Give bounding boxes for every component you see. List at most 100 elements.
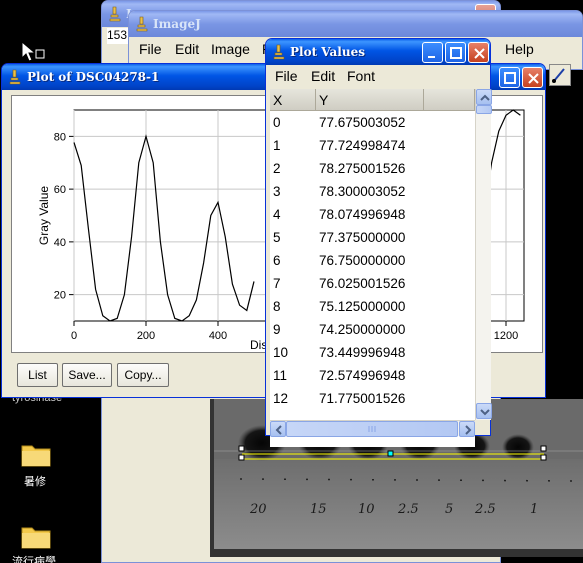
microscope-icon [109, 6, 121, 22]
handwritten-label: 5 [445, 502, 453, 517]
table-row[interactable]: 9 74.250000000 [270, 319, 475, 342]
desktop-label-epidemiology[interactable]: 流行病學 [12, 553, 56, 563]
menu-file[interactable]: File [275, 68, 298, 84]
list-button[interactable]: List [17, 363, 58, 387]
field-value: 153 [107, 28, 128, 42]
table-row[interactable]: 6 76.750000000 [270, 250, 475, 273]
close-button[interactable] [468, 42, 489, 63]
copy-button[interactable]: Copy... [117, 363, 169, 387]
scroll-right-button[interactable] [459, 421, 475, 437]
grip-icon [368, 426, 376, 432]
close-icon [474, 48, 485, 59]
x-cell: 10 [273, 345, 289, 360]
chevron-down-icon [480, 409, 490, 416]
x-cell: 3 [273, 184, 281, 199]
menu-image[interactable]: Image [211, 41, 250, 57]
microscope-icon [9, 69, 21, 85]
y-cell: 74.250000000 [319, 322, 406, 337]
table-row[interactable]: 12 71.775001526 [270, 388, 475, 411]
table-row[interactable]: 4 78.074996948 [270, 204, 475, 227]
y-cell: 75.125000000 [319, 299, 406, 314]
table-row[interactable]: 0 77.675003052 [270, 112, 475, 135]
values-title: Plot Values [290, 45, 365, 59]
x-tick-label: 0 [71, 330, 77, 342]
menu-font[interactable]: Font [347, 68, 375, 84]
selection-handle[interactable] [238, 445, 245, 452]
x-cell: 4 [273, 207, 281, 222]
maximize-icon [450, 47, 462, 59]
desktop-label-shuxiu[interactable]: 暑修 [24, 473, 46, 489]
y-tick-label: 60 [54, 184, 66, 196]
y-cell: 76.750000000 [319, 253, 406, 268]
handwritten-label: 20 [249, 502, 267, 517]
selection-handle[interactable] [387, 450, 394, 457]
table-row[interactable]: 5 77.375000000 [270, 227, 475, 250]
table-row[interactable]: 7 76.025001526 [270, 273, 475, 296]
save-button[interactable]: Save... [62, 363, 112, 387]
menu-edit[interactable]: Edit [311, 68, 335, 84]
y-tick-label: 80 [54, 131, 66, 143]
menu-file[interactable]: File [139, 41, 162, 57]
table-row[interactable]: 10 73.449996948 [270, 342, 475, 365]
scroll-thumb[interactable] [286, 421, 458, 437]
scroll-down-button[interactable] [476, 403, 492, 419]
x-tick-label: 400 [209, 330, 227, 342]
table-row[interactable]: 1 77.724998474 [270, 135, 475, 158]
values-menubar: File Edit Font [269, 66, 487, 86]
horizontal-scrollbar[interactable] [270, 420, 475, 437]
y-cell: 77.375000000 [319, 230, 406, 245]
table-row[interactable]: 11 72.574996948 [270, 365, 475, 388]
x-cell: 6 [273, 253, 281, 268]
x-cell: 2 [273, 161, 281, 176]
folder-icon[interactable] [20, 522, 52, 550]
table-row[interactable]: 2 78.275001526 [270, 158, 475, 181]
handwritten-label: 15 [310, 502, 327, 517]
chevron-up-icon [480, 94, 490, 101]
minimize-button[interactable] [422, 42, 443, 63]
y-cell: 77.724998474 [319, 138, 406, 153]
y-cell: 78.074996948 [319, 207, 406, 222]
vertical-scrollbar[interactable] [475, 89, 492, 420]
x-cell: 12 [273, 391, 289, 406]
x-cell: 0 [273, 115, 281, 130]
brush-tool-button[interactable] [549, 64, 571, 86]
y-cell: 71.775001526 [319, 391, 406, 406]
column-header-blank [424, 89, 475, 111]
column-header-x[interactable]: X [270, 89, 316, 111]
values-titlebar[interactable]: Plot Values [266, 39, 490, 65]
column-header-y[interactable]: Y [316, 89, 424, 111]
x-cell: 5 [273, 230, 281, 245]
selection-handle[interactable] [540, 454, 547, 461]
menu-help[interactable]: Help [505, 41, 534, 57]
folder-icon[interactable] [20, 440, 52, 468]
imagej-titlebar[interactable]: ImageJ [129, 11, 582, 37]
plot-title: Plot of DSC04278-1 [27, 70, 160, 84]
y-cell: 72.574996948 [319, 368, 406, 383]
handwritten-label: 10 [358, 502, 375, 517]
x-cell: 1 [273, 138, 281, 153]
handwritten-label: 2.5 [397, 502, 419, 517]
table-row[interactable]: 8 75.125000000 [270, 296, 475, 319]
close-icon [528, 73, 539, 84]
values-table[interactable]: X Y 0 77.675003052 1 77.724998474 2 78.275001… [270, 89, 475, 447]
menu-edit[interactable]: Edit [175, 41, 199, 57]
y-cell: 77.675003052 [319, 115, 406, 130]
selection-handle[interactable] [540, 445, 547, 452]
y-tick-label: 40 [54, 237, 66, 249]
table-row[interactable]: 3 78.300003052 [270, 181, 475, 204]
selection-handle[interactable] [238, 454, 245, 461]
x-cell: 11 [273, 368, 288, 383]
scroll-left-button[interactable] [270, 421, 286, 437]
scroll-thumb[interactable] [476, 105, 492, 114]
maximize-button[interactable] [445, 42, 466, 63]
y-cell: 78.275001526 [319, 161, 406, 176]
imagej-title: ImageJ [153, 17, 201, 31]
maximize-button[interactable] [499, 67, 520, 88]
close-button[interactable] [522, 67, 543, 88]
scroll-up-button[interactable] [476, 89, 492, 105]
y-cell: 73.449996948 [319, 345, 406, 360]
microscope-icon [136, 16, 148, 32]
y-cell: 76.025001526 [319, 276, 406, 291]
handwritten-label: 2.5 [474, 502, 496, 517]
x-tick-label: 1200 [494, 330, 518, 342]
